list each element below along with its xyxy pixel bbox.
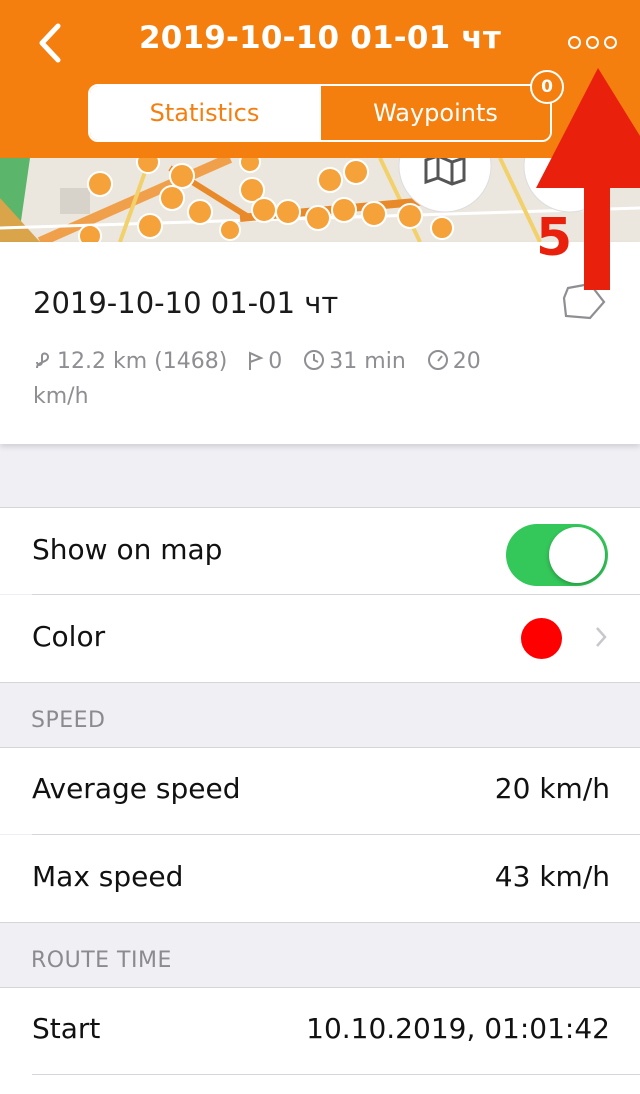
max-speed-value: 43 km/h (494, 860, 610, 893)
start-time-row: Start 10.10.2019, 01:01:42 (0, 988, 640, 1094)
start-time-label: Start (32, 1012, 101, 1045)
track-distance: 12.2 km (1468) (57, 349, 228, 374)
nav-header: 2019-10-10 01-01 чт Statistics Waypoints… (0, 0, 640, 158)
flag-icon (248, 349, 264, 381)
track-waypoints: 0 (268, 349, 283, 374)
average-speed-value: 20 km/h (494, 772, 610, 805)
track-name: 2019-10-10 01-01 чт (33, 286, 339, 320)
divider (0, 922, 640, 923)
track-summary-card: 2019-10-10 01-01 чт 12.2 km (1468) 0 31 … (0, 242, 640, 444)
more-icon (568, 35, 581, 49)
more-button[interactable] (568, 32, 624, 52)
track-stats: 12.2 km (1468) 0 31 min 20 km/h (33, 346, 513, 413)
polygon-icon (562, 282, 606, 320)
show-on-map-row: Show on map (0, 508, 640, 594)
show-on-map-toggle[interactable] (506, 524, 608, 586)
color-swatch (521, 618, 562, 659)
page-title: 2019-10-10 01-01 чт (138, 20, 502, 56)
polygon-button[interactable] (560, 282, 608, 326)
max-speed-label: Max speed (32, 860, 184, 893)
section-header-route-time: ROUTE TIME (31, 948, 172, 973)
clock-icon (303, 349, 325, 381)
start-time-value: 10.10.2019, 01:01:42 (306, 1012, 610, 1045)
max-speed-row: Max speed 43 km/h (0, 835, 640, 922)
chevron-right-icon (594, 625, 608, 653)
track-speed: 20 (452, 349, 481, 374)
annotation-step-number: 5 (536, 208, 573, 268)
average-speed-label: Average speed (32, 772, 241, 805)
route-icon (33, 349, 53, 381)
tab-waypoints[interactable]: Waypoints (319, 86, 550, 140)
speedometer-icon (427, 349, 449, 381)
track-duration: 31 min (329, 349, 406, 374)
track-speed-unit: km/h (33, 384, 89, 409)
section-header-speed: SPEED (31, 708, 106, 733)
tab-statistics[interactable]: Statistics (90, 86, 319, 140)
divider (32, 1074, 640, 1075)
color-label: Color (32, 620, 106, 653)
divider (0, 682, 640, 683)
color-row[interactable]: Color (0, 595, 640, 682)
show-on-map-label: Show on map (32, 533, 223, 566)
waypoints-count-badge: 0 (530, 70, 564, 104)
segmented-control: Statistics Waypoints (88, 84, 552, 142)
average-speed-row: Average speed 20 km/h (0, 748, 640, 834)
